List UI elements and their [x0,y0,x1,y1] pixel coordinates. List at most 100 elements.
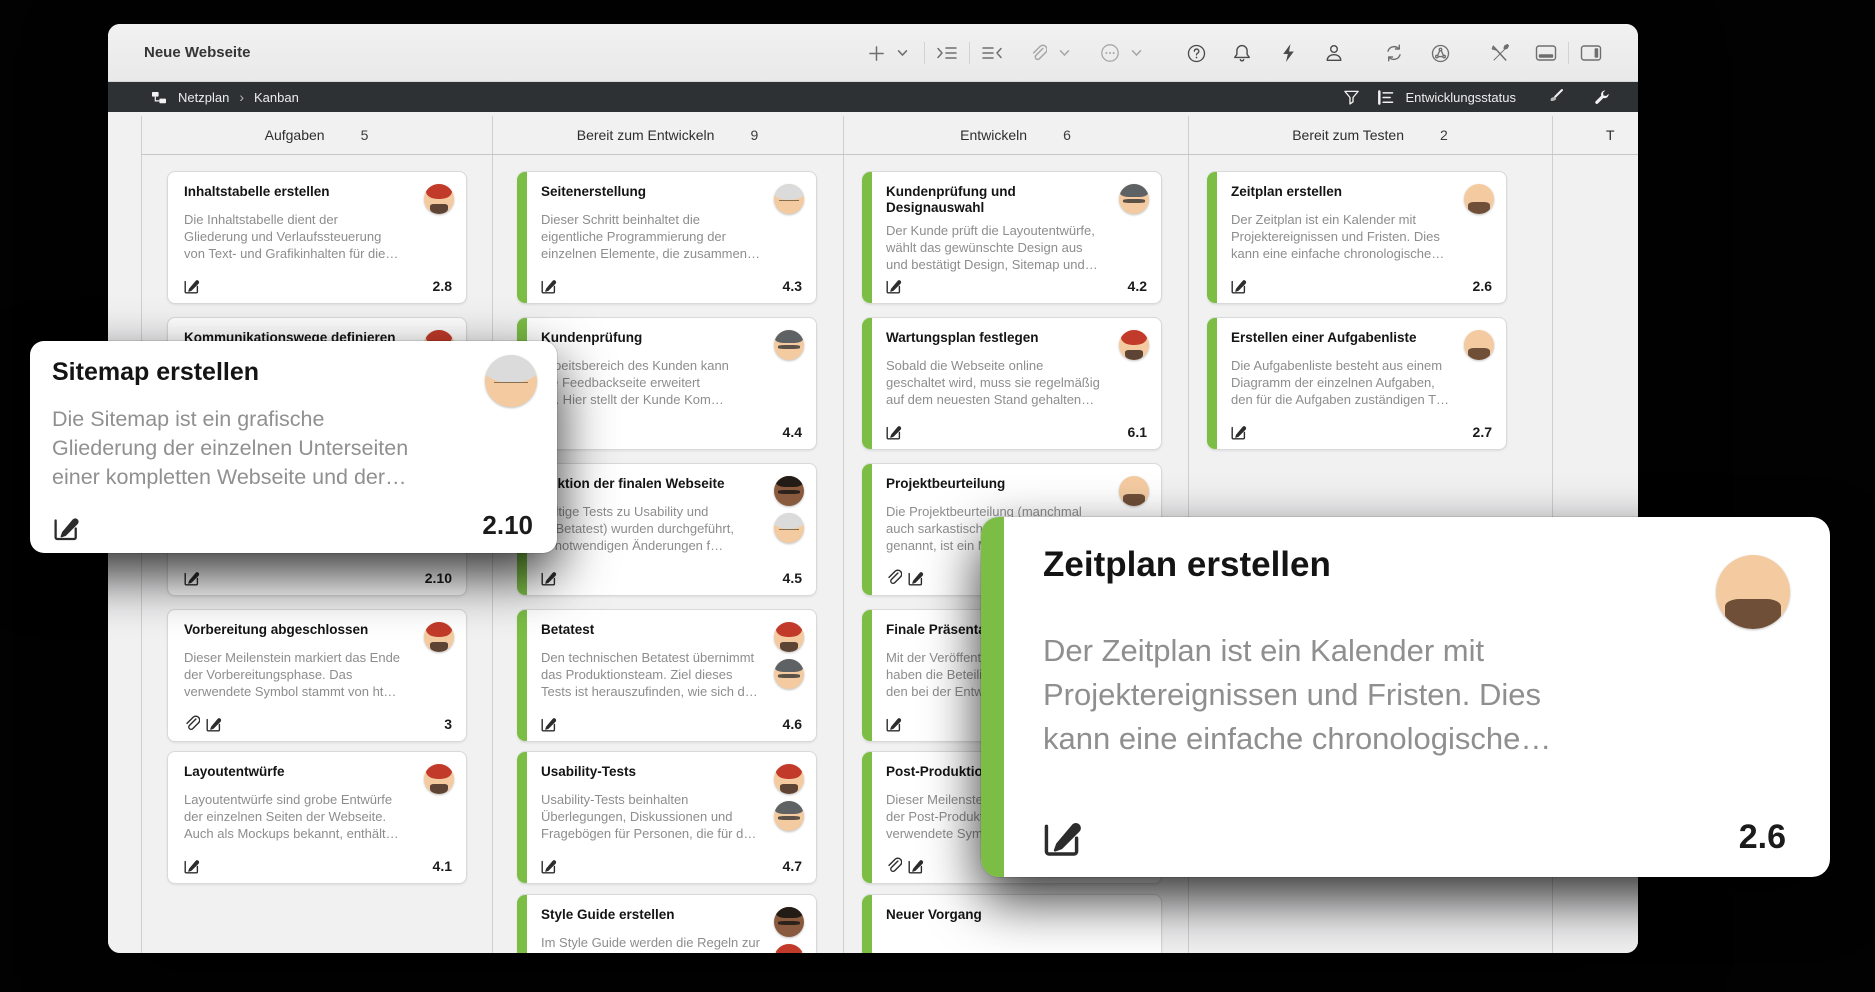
card-task-id: 2.6 [1739,818,1786,857]
card-task-id: 4.5 [783,570,802,586]
card-title: Zeitplan erstellen [1231,184,1490,200]
card-task-id: 4.7 [783,858,802,874]
card-vorbereitung-abgeschlossen[interactable]: Vorbereitung abgeschlossen Dieser Meilen… [167,609,467,742]
card-layoutentwuerfe[interactable]: Layoutentwürfe Layoutentwürfe sind grobe… [167,751,467,884]
card-erstellen-einer-aufgabenliste[interactable]: Erstellen einer Aufgabenliste Die Aufgab… [1207,317,1507,450]
card-description: Die Aufgabenliste besteht aus einem Diag… [1231,357,1490,408]
card-wartungsplan-festlegen[interactable]: Wartungsplan festlegen Sobald die Websei… [862,317,1162,450]
attachment-paperclip-icon [885,857,902,874]
card-title: Betatest [541,622,800,638]
attachment-paperclip-icon [885,569,902,586]
card-description: Dieser Schritt beinhaltet die eigentlich… [541,211,800,262]
bottom-panel-toggle[interactable] [1533,40,1559,66]
assignee-avatar [774,476,804,506]
column-header-bereit-zum-entwickeln: Bereit zum Entwickeln 9 [492,116,843,154]
assignee-avatar [1119,330,1149,360]
card-title: Style Guide erstellen [541,907,800,923]
card-description: Der Zeitplan ist ein Kalender mit Projek… [1231,211,1490,262]
dragged-card-zeitplan-erstellen[interactable]: Zeitplan erstellen Der Zeitplan ist ein … [981,517,1830,877]
breadcrumb-project[interactable]: Netzplan [178,90,229,105]
edit-note-icon [907,569,924,586]
toolbar-divider [924,42,925,64]
assignee-avatar [774,907,804,937]
card-task-id: 2.6 [1473,278,1492,294]
title-bar: Neue Webseite [108,24,1638,82]
card-description: Usability-Tests beinhalten Überlegungen,… [541,791,800,842]
card-kundenpruefung[interactable]: Kundenprüfung Arbeitsbereich des Kunden … [517,317,817,450]
column-label: Bereit zum Testen [1292,127,1404,143]
dragged-card-sitemap-erstellen[interactable]: Sitemap erstellen Die Sitemap ist ein gr… [30,341,557,553]
card-inhaltstabelle-erstellen[interactable]: Inhaltstabelle erstellen Die Inhaltstabe… [167,171,467,304]
assignee-avatar [774,659,804,689]
view-bar-right: Entwicklungsstatus [1340,86,1612,108]
card-title: Usability-Tests [541,764,800,780]
card-neuer-vorgang[interactable]: Neuer Vorgang [862,894,1162,953]
column-label: T [1606,127,1615,143]
automation-bolt-icon[interactable] [1275,40,1301,66]
style-brush-icon[interactable] [1544,86,1566,108]
card-style-guide-erstellen[interactable]: Style Guide erstellen Im Style Guide wer… [517,894,817,953]
card-task-id: 2.8 [433,278,452,294]
network-diagram-icon [148,86,170,108]
tools-icon[interactable] [1487,40,1513,66]
card-task-id: 6.1 [1128,424,1147,440]
group-by-status-label[interactable]: Entwicklungsstatus [1405,90,1516,105]
right-panel-toggle[interactable] [1578,40,1604,66]
add-chevron-button[interactable] [889,40,915,66]
edit-note-icon [540,715,557,732]
breadcrumb-separator: › [239,89,244,105]
card-betatest[interactable]: Betatest Den technischen Betatest überni… [517,609,817,742]
attachment-button[interactable] [1025,40,1051,66]
card-task-id: 4.6 [783,716,802,732]
column-header-aufgaben: Aufgaben 5 [141,116,492,154]
more-chevron-button[interactable] [1123,40,1149,66]
card-usability-tests[interactable]: Usability-Tests Usability-Tests beinhalt… [517,751,817,884]
toolbar [863,24,1604,82]
card-seitenerstellung[interactable]: Seitenerstellung Dieser Schritt beinhalt… [517,171,817,304]
publish-network-icon[interactable] [1427,40,1453,66]
attachment-chevron-button[interactable] [1051,40,1077,66]
card-task-id: 2.10 [482,510,533,541]
card-description: Dieser Meilenstein markiert das Ende der… [184,649,450,700]
column-header-bereit-zum-testen: Bereit zum Testen 2 [1188,116,1552,154]
add-task-button[interactable] [863,40,889,66]
card-zeitplan-erstellen[interactable]: Zeitplan erstellen Der Zeitplan ist ein … [1207,171,1507,304]
breadcrumb: Netzplan › Kanban [148,86,299,108]
edit-note-icon [183,569,200,586]
outdent-icon[interactable] [979,40,1005,66]
card-task-id: 4.4 [783,424,802,440]
header-divider [141,154,1638,155]
breadcrumb-view[interactable]: Kanban [254,90,299,105]
more-options-button[interactable] [1097,40,1123,66]
assignee-avatar [774,764,804,794]
card-produktion-der-finalen-webseite[interactable]: duktion der finalen Webseite gültige Tes… [517,463,817,596]
assignee-avatar [774,944,804,953]
column-count: 9 [750,127,758,143]
edit-note-icon [1230,277,1247,294]
assignee-avatar [1119,184,1149,214]
card-title: Wartungsplan festlegen [886,330,1145,346]
card-description: Die Sitemap ist ein grafische Gliederung… [52,405,535,492]
column-count: 5 [361,127,369,143]
assignee-avatar [1464,184,1494,214]
settings-wrench-icon[interactable] [1590,86,1612,108]
edit-note-icon [885,423,902,440]
sync-icon[interactable] [1381,40,1407,66]
assignee-avatar [1716,555,1790,629]
notifications-bell-icon[interactable] [1229,40,1255,66]
edit-note-icon [885,715,902,732]
assignee-avatar [774,513,804,543]
filter-funnel-icon[interactable] [1340,86,1362,108]
assignee-avatar [1119,476,1149,506]
assignments-person-icon[interactable] [1321,40,1347,66]
group-by-icon[interactable] [1374,86,1396,108]
card-kundenpruefung-und-designauswahl[interactable]: Kundenprüfung und Designauswahl Der Kund… [862,171,1162,304]
help-icon[interactable] [1183,40,1209,66]
attachment-paperclip-icon [183,715,200,732]
column-header-entwickeln: Entwickeln 6 [843,116,1188,154]
card-description: Der Zeitplan ist ein Kalender mit Projek… [1043,629,1790,761]
indent-icon[interactable] [934,40,960,66]
assignee-avatar [1464,330,1494,360]
card-title: Kundenprüfung und Designauswahl [886,184,1145,216]
card-title: duktion der finalen Webseite [541,476,800,492]
